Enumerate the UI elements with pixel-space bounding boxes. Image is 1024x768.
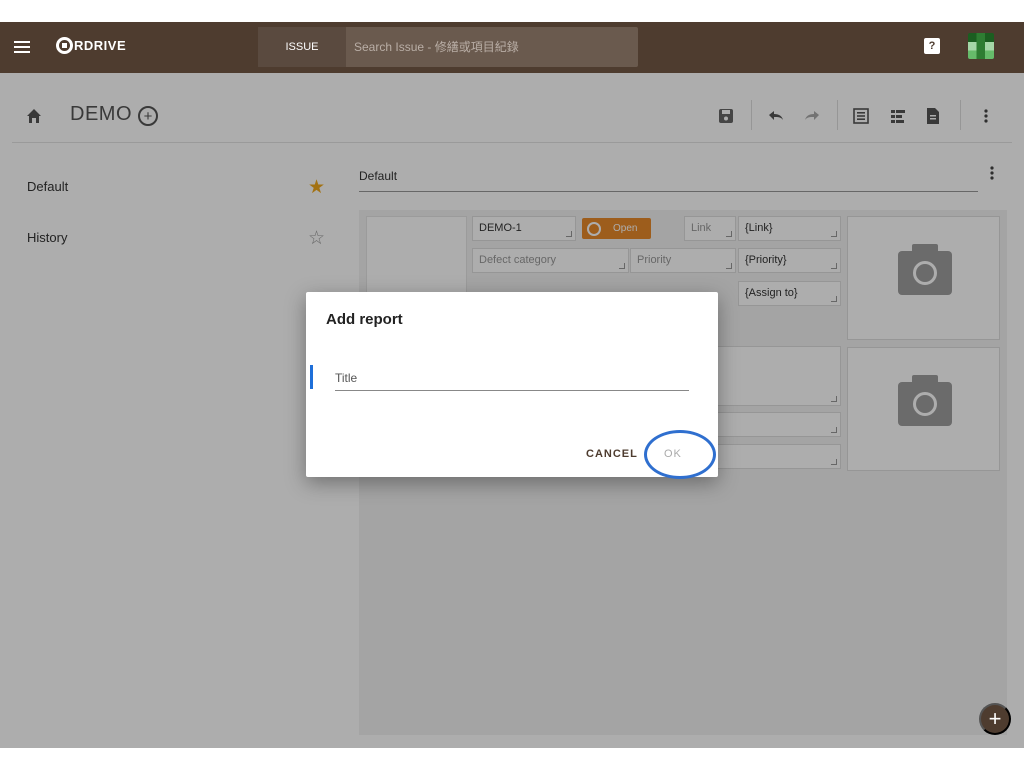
- dialog-title: Add report: [326, 311, 403, 328]
- menu-icon[interactable]: [14, 41, 30, 53]
- logo-text: RDRIVE: [74, 38, 127, 53]
- app-bar: RDRIVE ISSUE ?: [0, 22, 1024, 73]
- ok-highlight-ring: [644, 430, 716, 479]
- search-type-selector[interactable]: ISSUE: [258, 27, 346, 67]
- avatar[interactable]: [968, 33, 994, 59]
- title-input[interactable]: [335, 365, 689, 391]
- search-input[interactable]: [346, 27, 638, 67]
- logo[interactable]: RDRIVE: [56, 37, 126, 54]
- add-report-dialog: Add report CANCEL OK: [306, 292, 718, 479]
- logo-icon: [56, 37, 73, 54]
- focus-indicator: [310, 365, 313, 389]
- add-fab-button[interactable]: +: [979, 703, 1011, 735]
- cancel-button[interactable]: CANCEL: [586, 444, 638, 464]
- search-bar: ISSUE: [258, 27, 638, 67]
- help-icon[interactable]: ?: [924, 38, 940, 54]
